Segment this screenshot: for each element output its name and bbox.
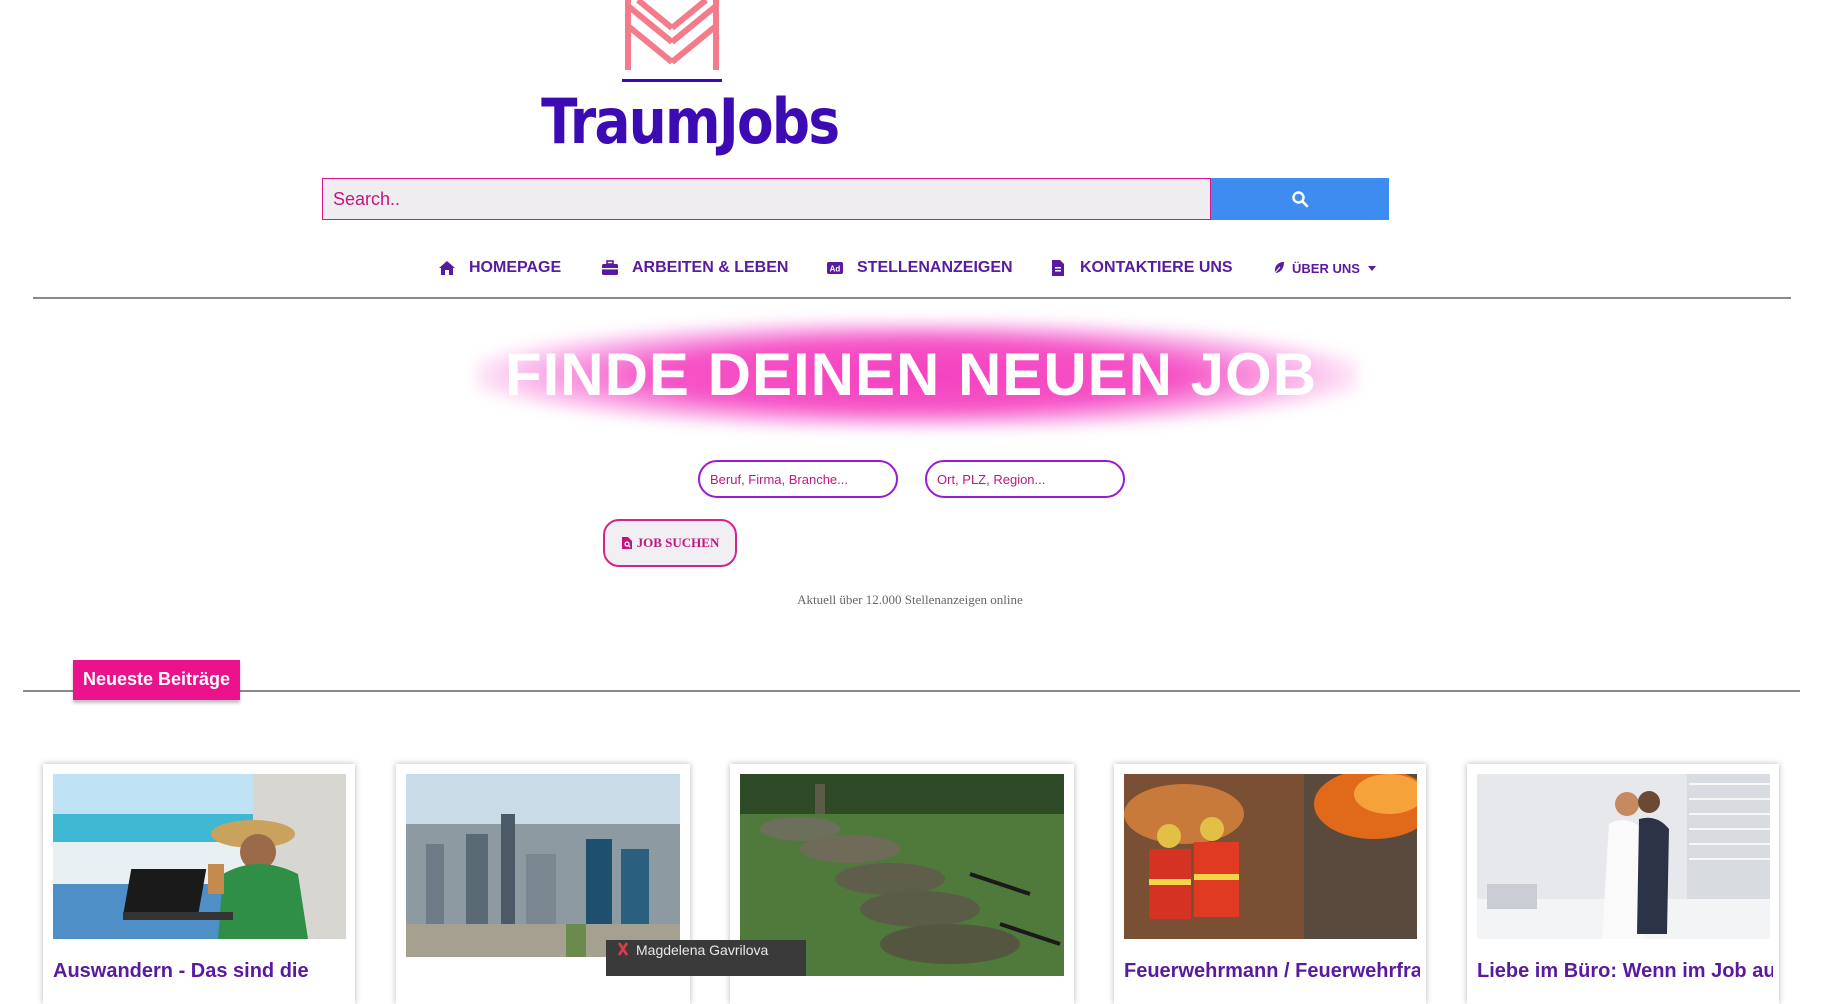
post-image[interactable] <box>1124 774 1417 939</box>
site-search <box>322 178 1389 220</box>
site-search-input[interactable] <box>322 178 1211 220</box>
nav-label: STELLENANZEIGEN <box>857 259 1013 276</box>
image-credit: Magdelena Gavrilova <box>606 940 806 976</box>
nav-label: ARBEITEN & LEBEN <box>632 259 789 276</box>
ad-icon: Ad <box>825 259 845 277</box>
post-card[interactable]: Liebe im Büro: Wenn im Job aus <box>1467 764 1779 1004</box>
section-title: Neueste Beiträge <box>73 660 241 700</box>
post-title[interactable]: Liebe im Büro: Wenn im Job aus <box>1477 960 1773 983</box>
post-card[interactable]: Auswandern - Das sind die <box>43 764 355 1004</box>
chevron-down-icon <box>1367 265 1376 271</box>
post-image[interactable] <box>1477 774 1770 939</box>
job-search-button[interactable]: JOB SUCHEN <box>603 519 737 567</box>
post-title[interactable]: Auswandern - Das sind die <box>53 960 349 983</box>
leaf-icon <box>1272 259 1286 277</box>
traumjobs-logo-mark <box>625 0 719 70</box>
nav-label: KONTAKTIERE UNS <box>1080 259 1233 276</box>
main-navigation: HOMEPAGE ARBEITEN & LEBEN Ad STELLENANZE… <box>0 254 1830 282</box>
nav-item-stellenanzeigen[interactable]: Ad STELLENANZEIGEN <box>825 254 1013 282</box>
svg-text:Ad: Ad <box>830 265 841 274</box>
nav-item-arbeiten-leben[interactable]: ARBEITEN & LEBEN <box>600 254 788 282</box>
file-search-icon <box>621 536 633 550</box>
job-search-button-label: JOB SUCHEN <box>636 535 720 550</box>
site-logo-text[interactable]: TraumJobs <box>541 84 840 160</box>
image-credit-name: Magdelena Gavrilova <box>636 942 769 958</box>
job-location-input[interactable] <box>925 460 1125 498</box>
post-image[interactable] <box>53 774 346 939</box>
nav-label: ÜBER UNS <box>1292 260 1360 276</box>
job-count-text: Aktuell über 12.000 Stellenanzeigen onli… <box>797 592 1023 607</box>
nav-divider <box>33 297 1791 299</box>
post-title[interactable]: Feuerwehrmann / Feuerwehrfrau <box>1124 960 1420 983</box>
logo-divider <box>622 79 722 82</box>
home-icon <box>437 259 457 277</box>
section-divider <box>23 690 1800 692</box>
post-card[interactable]: Feuerwehrmann / Feuerwehrfrau <box>1114 764 1426 1004</box>
briefcase-icon <box>600 259 620 277</box>
search-icon <box>1292 191 1309 208</box>
hero-title: FINDE DEINEN NEUEN JOB <box>504 341 1318 408</box>
nav-item-kontaktiere-uns[interactable]: KONTAKTIERE UNS <box>1048 254 1233 282</box>
pexels-icon <box>616 942 630 956</box>
post-image[interactable] <box>406 774 680 957</box>
site-search-button[interactable] <box>1211 178 1389 220</box>
file-icon <box>1048 259 1068 277</box>
nav-item-ueber-uns[interactable]: ÜBER UNS <box>1272 254 1376 282</box>
nav-label: HOMEPAGE <box>469 259 562 276</box>
job-keyword-input[interactable] <box>698 460 898 498</box>
nav-item-homepage[interactable]: HOMEPAGE <box>437 254 561 282</box>
